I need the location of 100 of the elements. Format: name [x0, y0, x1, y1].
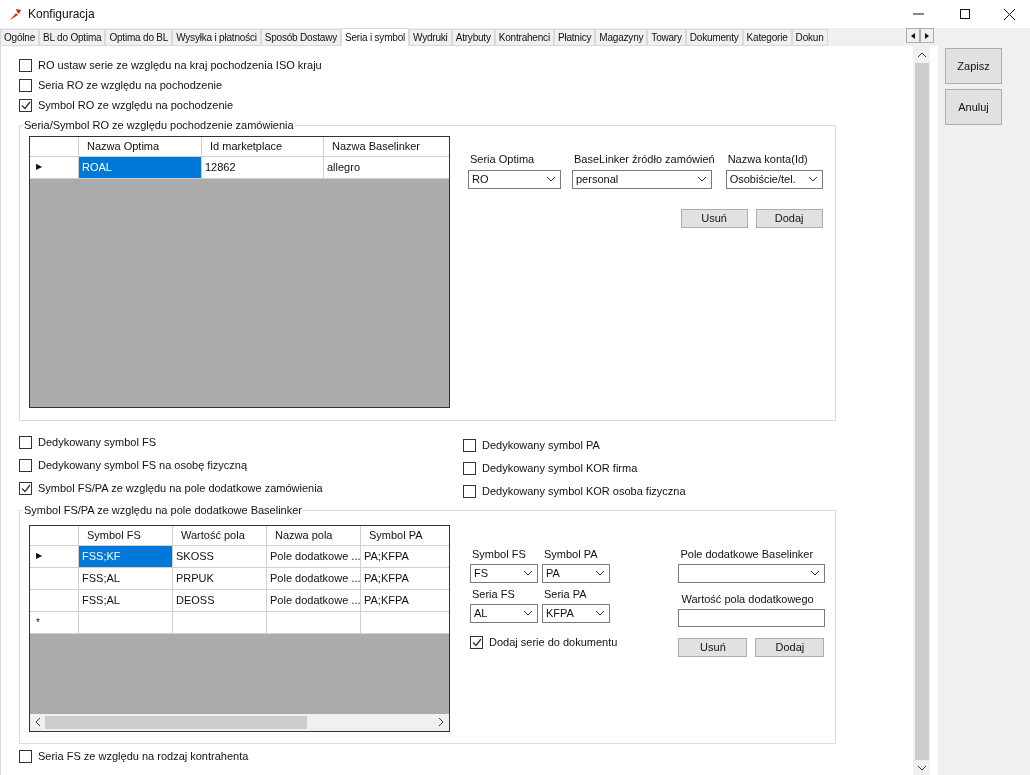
checkbox[interactable] [19, 79, 32, 92]
triangle-left-icon [911, 32, 915, 39]
column-header[interactable]: Wartość pola [173, 525, 267, 546]
check-icon [20, 101, 31, 110]
scroll-down-icon[interactable] [917, 766, 926, 771]
check-icon [20, 484, 31, 493]
table-cell: SKOSS [173, 545, 267, 568]
chevron-down-icon [523, 570, 533, 576]
table-cell: Pole dodatkowe ... [267, 545, 361, 568]
tab[interactable]: Kategorie [742, 29, 792, 46]
tab[interactable]: Ogólne [0, 29, 40, 46]
chevron-down-icon [523, 610, 533, 616]
table-cell: FSS;KF [79, 545, 173, 568]
table-cell: 12862 [202, 156, 324, 179]
dropdown[interactable]: personal [572, 169, 712, 189]
tab[interactable]: Płatnicy [553, 29, 596, 46]
column-header[interactable]: Symbol FS [79, 525, 173, 546]
tab[interactable]: Sposób Dostawy [260, 29, 341, 46]
chevron-down-icon [595, 610, 605, 616]
tab[interactable]: Atrybuty [451, 29, 495, 46]
check-icon [471, 637, 482, 647]
row-marker: ▶ [36, 550, 42, 562]
chevron-down-icon [807, 176, 818, 182]
scroll-right-icon[interactable] [439, 718, 444, 726]
column-header[interactable]: Symbol PA [361, 525, 449, 546]
row-header[interactable]: * [30, 611, 79, 634]
tab[interactable]: Dokumenty [685, 29, 743, 46]
checkbox[interactable] [19, 436, 32, 449]
dropdown[interactable]: AL [470, 603, 538, 623]
checkbox[interactable] [463, 462, 476, 475]
checkbox-label: Dedykowany symbol KOR firma [482, 461, 638, 477]
field-label: Symbol PA [544, 546, 599, 561]
checkbox-label: Symbol FS/PA ze względu na pole dodatkowe zamówienia [38, 481, 323, 497]
button[interactable]: Dodaj [755, 637, 825, 657]
tab-scroll-right-button[interactable] [920, 28, 934, 43]
wrench-icon [8, 7, 22, 21]
button[interactable]: Anuluj [945, 89, 1002, 125]
dropdown[interactable]: FS [470, 563, 538, 583]
chevron-down-icon [697, 176, 707, 182]
checkbox[interactable] [19, 750, 32, 763]
tab[interactable]: Optima do BL [105, 29, 173, 46]
checkbox[interactable] [19, 99, 32, 112]
dropdown[interactable]: KFPA [542, 603, 610, 623]
scroll-thumb[interactable] [914, 63, 929, 760]
input-field[interactable] [678, 608, 826, 627]
button[interactable]: Dodaj [755, 208, 823, 228]
dropdown[interactable] [678, 563, 826, 583]
checkbox-label: Dodaj serie do dokumentu [489, 634, 618, 650]
field-label: Wartość pola dodatkowego [681, 591, 815, 606]
table-cell: PRPUK [173, 567, 267, 590]
dropdown[interactable]: PA [542, 563, 610, 583]
close-icon[interactable] [1004, 8, 1015, 20]
tab[interactable]: Seria i symbol [341, 28, 409, 46]
tab[interactable]: Dokun [791, 29, 828, 46]
tab-scroll-left-button[interactable] [906, 28, 920, 43]
table-cell: FSS;AL [79, 589, 173, 612]
field-label: Symbol FS [472, 546, 527, 561]
scroll-up-icon[interactable] [917, 52, 926, 57]
group-title: Seria/Symbol RO ze względu pochodzenie zamówienia [23, 118, 295, 133]
tab[interactable]: Towary [647, 29, 686, 46]
row-marker: * [36, 615, 40, 630]
tab[interactable]: BL do Optima [39, 29, 106, 46]
table-cell: ROAL [79, 156, 202, 179]
checkbox[interactable] [470, 635, 483, 649]
checkbox[interactable] [463, 439, 476, 452]
checkbox[interactable] [19, 482, 32, 495]
checkbox-label: Dedykowany symbol FS na osobę fizyczną [38, 458, 248, 474]
column-header[interactable]: Id marketplace [202, 136, 324, 157]
checkbox-label: Dedykowany symbol FS [38, 435, 156, 451]
tab[interactable]: Wydruki [409, 29, 452, 46]
column-header[interactable]: Nazwa Optima [79, 136, 202, 157]
checkbox-label: Seria RO ze względu na pochodzenie [38, 78, 223, 94]
dropdown[interactable]: Osobiście/tel. [725, 169, 823, 189]
horizontal-scrollbar[interactable] [30, 713, 449, 731]
column-header[interactable]: Nazwa Baselinker [324, 136, 449, 157]
tab[interactable]: Wysyłka i płatności [172, 29, 261, 46]
button[interactable]: Zapisz [945, 48, 1002, 84]
tab[interactable]: Kontrahenci [494, 29, 554, 46]
table-cell: Pole dodatkowe ... [267, 589, 361, 612]
triangle-right-icon [925, 32, 929, 39]
column-header[interactable]: Nazwa pola [267, 525, 361, 546]
maximize-icon[interactable] [960, 9, 970, 19]
row-marker: ▶ [36, 161, 42, 173]
field-label: Seria PA [544, 586, 588, 601]
window-title: Konfiguracja [28, 6, 95, 23]
button[interactable]: Usuń [680, 208, 748, 228]
checkbox[interactable] [19, 59, 32, 72]
checkbox[interactable] [19, 459, 32, 472]
field-label: BaseLinker źródło zamówień [574, 151, 715, 166]
table-cell: DEOSS [173, 589, 267, 612]
group-title: Symbol FS/PA ze względu na pole dodatkowe Baselinker [23, 503, 303, 518]
scroll-left-icon[interactable] [35, 718, 40, 726]
checkbox[interactable] [463, 485, 476, 498]
button[interactable]: Usuń [678, 637, 748, 657]
checkbox-label: RO ustaw serie ze względu na kraj pochodzenia ISO kraju [38, 58, 322, 74]
dropdown[interactable]: RO [468, 169, 561, 189]
tab[interactable]: Magazyny [595, 29, 648, 46]
chevron-down-icon [810, 570, 821, 576]
scroll-thumb[interactable] [45, 715, 307, 729]
vertical-scrollbar[interactable] [913, 46, 930, 775]
